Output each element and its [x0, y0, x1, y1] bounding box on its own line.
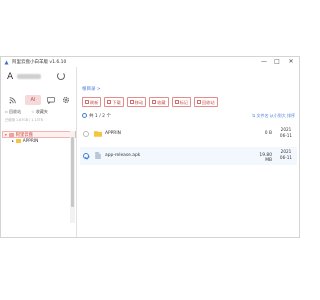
- main-panel: 根目录 > 刷新 下载 移动 收藏 标记 回收站 共 1 / 2 个 ⇅ 文件名…: [78, 67, 299, 237]
- move-button[interactable]: 移动: [126, 97, 147, 107]
- selection-count: 共 1 / 2 个: [82, 113, 111, 119]
- breadcrumb[interactable]: 根目录 >: [82, 86, 101, 92]
- tree-root-item[interactable]: ▾ 阿里云盘: [2, 131, 76, 138]
- folder-icon: [8, 132, 14, 137]
- message-icon[interactable]: [47, 97, 55, 104]
- recycle-bin-link[interactable]: ▫ 回收站: [5, 109, 21, 115]
- window-title: 阿里云盘小白羊版 v1.6.10: [12, 60, 67, 65]
- avatar[interactable]: A: [7, 72, 13, 82]
- chevron-right-icon: ▸: [12, 139, 14, 143]
- row-checkbox-checked[interactable]: [83, 153, 89, 159]
- title-bar: 阿里云盘小白羊版 v1.6.10: [1, 57, 299, 67]
- sort-dropdown[interactable]: ⇅ 文件名 从小到大 排序: [252, 113, 295, 119]
- file-icon: [95, 152, 101, 159]
- refresh-icon: [85, 100, 89, 104]
- logout-icon[interactable]: [57, 72, 65, 80]
- download-button[interactable]: 下载: [104, 97, 124, 107]
- select-all-checkbox[interactable]: [82, 113, 87, 118]
- star-icon: ☆: [31, 109, 35, 114]
- app-logo-icon: [4, 60, 9, 64]
- chevron-down-icon: ▾: [5, 133, 7, 137]
- tree-child-item[interactable]: ▸ APPRIN: [2, 138, 76, 145]
- file-size: 0 B: [264, 131, 272, 136]
- star-icon: [152, 100, 157, 104]
- sidebar-scrollbar[interactable]: [70, 131, 75, 223]
- folder-icon: [94, 131, 102, 137]
- ai-button[interactable]: AI: [25, 95, 41, 105]
- file-date: 2021 06-11: [279, 149, 293, 160]
- rss-icon[interactable]: [9, 97, 16, 104]
- file-name: app-release.apk: [105, 153, 141, 158]
- scrollbar-thumb[interactable]: [71, 137, 74, 207]
- file-row[interactable]: app-release.apk 19.80 MB 2021 06-11: [80, 147, 297, 165]
- recycle-button[interactable]: 回收站: [193, 97, 218, 107]
- trash-icon: ▫: [5, 109, 8, 114]
- refresh-button[interactable]: 刷新: [82, 97, 102, 107]
- sidebar: A AI ▫ 回收站 ☆ 收藏夹 已使用 1.67GB / 1.13TB ▾ 阿里…: [1, 67, 77, 237]
- storage-usage: 已使用 1.67GB / 1.13TB: [5, 118, 43, 122]
- file-date: 2021 06-11: [279, 127, 293, 138]
- file-row[interactable]: APPRIN 0 B 2021 06-11: [80, 125, 297, 143]
- favorite-button[interactable]: 收藏: [149, 97, 169, 107]
- toolbar: 刷新 下载 移动 收藏 标记 回收站: [82, 97, 218, 107]
- file-size: 19.80 MB: [259, 153, 272, 163]
- tag-button[interactable]: 标记: [171, 97, 191, 107]
- folder-icon: [15, 138, 21, 143]
- close-button[interactable]: ✕: [286, 57, 296, 67]
- maximize-button[interactable]: □: [272, 57, 282, 67]
- minimize-button[interactable]: —: [259, 57, 269, 67]
- tag-icon: [174, 100, 179, 104]
- username-blurred: [17, 74, 41, 79]
- move-icon: [129, 100, 134, 104]
- trash-icon: [196, 100, 201, 104]
- row-checkbox[interactable]: [83, 131, 89, 137]
- favorites-link[interactable]: ☆ 收藏夹: [31, 109, 48, 115]
- file-name: APPRIN: [105, 131, 121, 136]
- app-window: 阿里云盘小白羊版 v1.6.10 — □ ✕ A AI ▫ 回收站 ☆ 收藏夹: [0, 56, 300, 238]
- download-icon: [107, 100, 112, 104]
- settings-gear-icon[interactable]: [62, 96, 70, 104]
